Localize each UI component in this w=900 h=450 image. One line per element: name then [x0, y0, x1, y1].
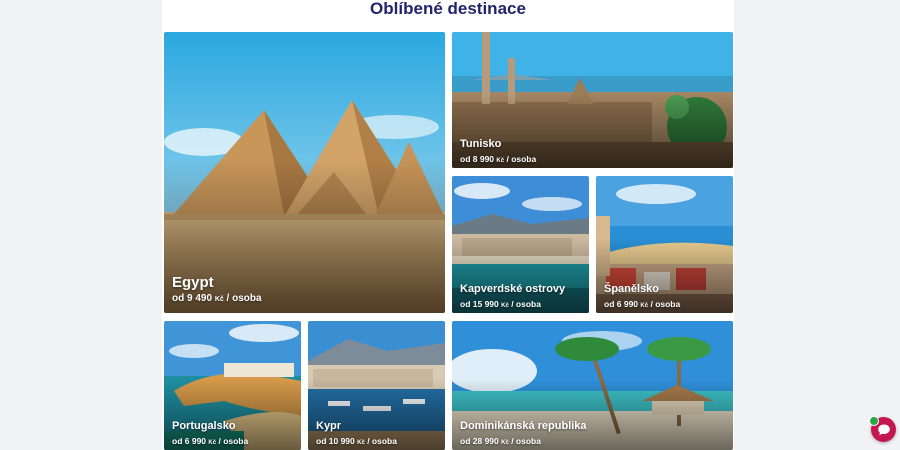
destination-card-portugalsko[interactable]: Portugalsko od 6 990 Kč / osoba: [164, 321, 301, 450]
destination-price: od 8 990 Kč / osoba: [460, 154, 537, 164]
destination-name: Tunisko: [460, 138, 502, 150]
destination-price: od 9 490 Kč / osoba: [172, 293, 262, 304]
destination-price: od 28 990 Kč / osoba: [460, 436, 541, 446]
destination-price: od 15 990 Kč / osoba: [460, 299, 541, 309]
destination-price: od 10 990 Kč / osoba: [316, 436, 397, 446]
destination-name: Egypt: [172, 274, 214, 291]
destination-card-tunisko[interactable]: Tunisko od 8 990 Kč / osoba: [452, 32, 733, 168]
destination-card-spanelsko[interactable]: Španělsko od 6 990 Kč / osoba: [596, 176, 733, 313]
destination-name: Portugalsko: [172, 420, 236, 432]
destination-name: Španělsko: [604, 283, 660, 295]
destination-name: Kypr: [316, 420, 342, 432]
chat-bubble-icon: [877, 424, 890, 435]
destination-price: od 6 990 Kč / osoba: [172, 436, 249, 446]
destination-card-kapverdske-ostrovy[interactable]: Kapverdské ostrovy od 15 990 Kč / osoba: [452, 176, 589, 313]
section-title: Oblíbené destinace: [370, 0, 526, 18]
destination-card-egypt[interactable]: Egypt od 9 490 Kč / osoba: [164, 32, 445, 313]
destination-card-kypr[interactable]: Kypr od 10 990 Kč / osoba: [308, 321, 445, 450]
online-status-dot: [869, 416, 879, 426]
destination-name: Kapverdské ostrovy: [460, 283, 566, 295]
destinations-section: Oblíbené destinace Egypt od 9 490 Kč / o…: [162, 0, 734, 450]
destination-name: Dominikánská republika: [460, 420, 587, 432]
destination-card-dominikanska-republika[interactable]: Dominikánská republika od 28 990 Kč / os…: [452, 321, 733, 450]
destination-price: od 6 990 Kč / osoba: [604, 299, 681, 309]
